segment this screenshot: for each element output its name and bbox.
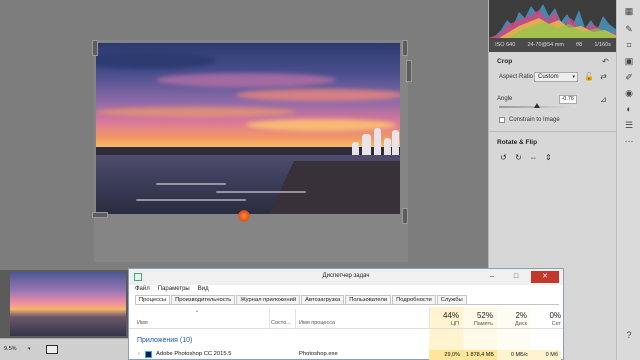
tab-details[interactable]: Подробности xyxy=(392,295,436,304)
rotate-section-title: Rotate & Flip xyxy=(497,139,538,146)
tab-performance[interactable]: Производительность xyxy=(171,295,236,304)
brush-tool-icon[interactable]: ✐ xyxy=(624,72,634,82)
crop-reset-icon[interactable]: ↶ xyxy=(601,57,610,66)
menu-bar: Файл Параметры Вид xyxy=(135,286,209,292)
crop-handle-top-right[interactable] xyxy=(402,40,408,56)
sort-chevron-icon: ⌄ xyxy=(195,308,200,314)
histogram xyxy=(489,0,617,38)
col-process-name[interactable]: Имя процесса xyxy=(299,320,335,326)
camera-info-bar: ISO 640 24-70@54 mm f/8 1/160s xyxy=(489,38,617,52)
menu-file[interactable]: Файл xyxy=(135,286,150,292)
col-status[interactable]: Состо... xyxy=(271,320,291,326)
maximize-button[interactable]: □ xyxy=(505,271,527,283)
chevron-down-icon: ▾ xyxy=(572,74,575,80)
rotate-right-icon[interactable]: ↻ xyxy=(514,153,523,162)
process-memory: 1 878,4 МБ xyxy=(463,350,497,360)
angle-label: Angle xyxy=(497,96,513,102)
cpu-percent: 44% xyxy=(442,311,459,320)
column-divider xyxy=(269,309,270,329)
aspect-ratio-select[interactable]: Custom ▾ xyxy=(534,72,578,82)
network-percent: 0% xyxy=(549,311,561,320)
iso-value: ISO 640 xyxy=(495,42,516,48)
presets-icon[interactable]: ☰ xyxy=(624,120,634,130)
straighten-icon[interactable]: ⊿ xyxy=(599,95,608,104)
photo-image[interactable] xyxy=(96,43,400,214)
angle-input[interactable]: -0.76 xyxy=(559,95,577,104)
aspect-ratio-label: Aspect Ratio xyxy=(499,74,534,80)
crop-handle-right[interactable] xyxy=(406,60,412,82)
task-manager-window: Диспетчер задач – □ ✕ Файл Параметры Вид… xyxy=(128,268,564,360)
zoom-level[interactable]: 9.5% xyxy=(4,346,17,352)
zoom-chevron-icon[interactable]: ▾ xyxy=(28,346,31,352)
menu-options[interactable]: Параметры xyxy=(158,286,190,292)
crop-handle-bottom-right[interactable] xyxy=(402,208,408,224)
process-disk: 0 МБ/с xyxy=(497,350,531,360)
status-bar: 9.5% ▾ xyxy=(0,338,128,360)
col-disk[interactable]: Диск xyxy=(493,321,527,327)
angle-slider-thumb[interactable] xyxy=(534,103,540,108)
tab-processes[interactable]: Процессы xyxy=(135,295,171,304)
process-name: Adobe Photoshop CC 2015.5 xyxy=(156,351,232,357)
shutter-value: 1/160s xyxy=(594,42,611,48)
aspect-ratio-value: Custom xyxy=(538,74,559,80)
column-header: ⌄ Имя Состо... Имя процесса 44% ЦП 52% П… xyxy=(129,307,563,329)
aperture-value: f/8 xyxy=(576,42,583,48)
expand-chevron-icon[interactable]: › xyxy=(138,351,140,357)
disk-percent: 2% xyxy=(515,311,527,320)
photo-canvas[interactable] xyxy=(0,0,488,270)
menu-view[interactable]: Вид xyxy=(198,286,209,292)
eye-icon[interactable]: ◉ xyxy=(624,88,634,98)
lock-icon[interactable]: 🔓 xyxy=(584,72,594,81)
constrain-checkbox[interactable] xyxy=(499,117,505,123)
help-icon[interactable]: ? xyxy=(624,330,634,340)
task-manager-titlebar[interactable]: Диспетчер задач – □ ✕ xyxy=(129,269,563,285)
crop-section-title: Crop xyxy=(497,58,513,65)
process-file: Photoshop.exe xyxy=(299,351,338,357)
histogram-toggle-icon[interactable]: ▦ xyxy=(624,6,634,16)
minimize-button[interactable]: – xyxy=(481,271,503,283)
process-network: 0 Мб xyxy=(531,350,561,360)
tab-users[interactable]: Пользователи xyxy=(345,295,392,304)
crop-tool-icon[interactable]: ⌗ xyxy=(624,40,634,50)
edit-icon[interactable]: ✎ xyxy=(624,24,634,34)
cursor-target-icon xyxy=(238,210,250,222)
col-network[interactable]: Сет xyxy=(527,321,561,327)
table-row[interactable]: › Adobe Photoshop CC 2015.5 Photoshop.ex… xyxy=(129,350,563,360)
rotate-buttons: ↺ ↻ ⇔ ⇕ xyxy=(499,153,553,162)
flip-horizontal-icon[interactable]: ⇔ xyxy=(529,153,538,162)
col-name[interactable]: Имя xyxy=(137,320,148,326)
crop-handle-bottom-left[interactable] xyxy=(92,212,108,218)
col-memory[interactable]: Память xyxy=(459,321,493,327)
tab-app-history[interactable]: Журнал приложений xyxy=(236,295,301,304)
constrain-label: Constrain to Image xyxy=(509,117,560,123)
column-divider xyxy=(429,309,430,329)
heal-tool-icon[interactable]: ▣ xyxy=(624,56,634,66)
view-mode-icon[interactable] xyxy=(46,345,58,354)
filmstrip xyxy=(0,270,128,338)
tool-strip: ▦ ✎ ⌗ ▣ ✐ ◉ ◐ ☰ ⋯ ? xyxy=(616,0,640,360)
group-header-apps[interactable]: Приложения (10) xyxy=(137,337,192,344)
tab-startup[interactable]: Автозагрузка xyxy=(301,295,345,304)
flip-vertical-icon[interactable]: ⇕ xyxy=(544,153,553,162)
crop-handle-top-left[interactable] xyxy=(92,40,98,56)
col-cpu[interactable]: ЦП xyxy=(425,321,459,327)
rotate-left-icon[interactable]: ↺ xyxy=(499,153,508,162)
mask-tool-icon[interactable]: ◐ xyxy=(624,104,634,114)
tab-bar: Процессы Производительность Журнал прило… xyxy=(135,295,559,305)
close-button[interactable]: ✕ xyxy=(531,271,559,283)
tab-services[interactable]: Службы xyxy=(436,295,467,304)
more-icon[interactable]: ⋯ xyxy=(624,136,634,146)
photoshop-icon xyxy=(145,351,152,358)
filmstrip-thumbnail[interactable] xyxy=(10,272,126,336)
process-cpu: 29,0% xyxy=(429,350,463,360)
memory-percent: 52% xyxy=(476,311,493,320)
column-divider xyxy=(295,309,296,329)
lens-value: 24-70@54 mm xyxy=(527,42,564,48)
crop-swap-icon[interactable]: ⇄ xyxy=(599,72,608,81)
section-divider xyxy=(489,131,617,132)
